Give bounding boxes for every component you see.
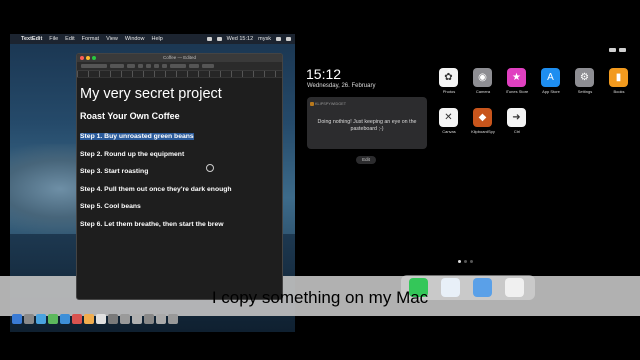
app-label: Settings — [577, 89, 593, 94]
window-title: Coffee — Edited — [163, 55, 196, 60]
books-icon-glyph: ▮ — [615, 72, 622, 83]
settings-icon[interactable] — [108, 314, 118, 324]
italic-icon[interactable] — [154, 64, 159, 68]
doc-step: Step 4. Pull them out once they're dark … — [80, 185, 232, 193]
edit-widgets-button[interactable]: Edit — [356, 156, 376, 164]
canvas-icon[interactable]: ✕ — [439, 108, 458, 127]
dock-app-icon[interactable] — [144, 314, 154, 324]
caption-text: I copy something on my Mac — [211, 288, 429, 307]
doc-step: Step 5. Cool beans — [80, 203, 141, 210]
klipboardspy-icon[interactable]: ◆ — [473, 108, 492, 127]
trash-icon[interactable] — [168, 314, 178, 324]
calendar-icon[interactable] — [72, 314, 82, 324]
finder-icon[interactable] — [12, 314, 22, 324]
textedit-icon[interactable] — [96, 314, 106, 324]
menu-file[interactable]: File — [49, 36, 58, 42]
camera-icon[interactable]: ◉ — [473, 68, 492, 87]
mac-menubar: TextEdit File Edit Format View Window He… — [10, 34, 295, 44]
notes-icon[interactable] — [84, 314, 94, 324]
app-label: Books — [613, 89, 625, 94]
itunes-icon-glyph: ★ — [512, 72, 521, 83]
today-date: Wednesday, 26. February — [307, 83, 376, 89]
dock-app-icon[interactable] — [156, 314, 166, 324]
app-label: Photos — [442, 89, 456, 94]
safari-icon[interactable] — [36, 314, 46, 324]
menu-window[interactable]: Window — [125, 36, 145, 42]
photos-icon[interactable]: ✿ — [439, 68, 458, 87]
textedit-window: Coffee — Edited My very secret project R… — [76, 53, 283, 300]
messages-icon[interactable] — [48, 314, 58, 324]
menu-edit[interactable]: Edit — [65, 36, 74, 42]
document-body[interactable]: My very secret project Roast Your Own Co… — [77, 78, 282, 242]
format-toolbar — [77, 62, 282, 71]
menubar-user[interactable]: mysk — [258, 36, 271, 42]
menu-format[interactable]: Format — [82, 36, 99, 42]
wifi-icon[interactable] — [206, 37, 212, 41]
page-dot[interactable] — [458, 260, 461, 263]
app-label: KlipboardSpy — [471, 129, 495, 134]
settings-icon-glyph: ⚙ — [580, 72, 589, 83]
page-dot[interactable] — [464, 260, 467, 263]
ctrl-icon[interactable]: ➜ — [507, 108, 526, 127]
app-label: iTunes Store — [505, 89, 529, 94]
photos-icon-glyph: ✿ — [444, 72, 453, 83]
doc-step-selected: Step 1. Buy unroasted green beans — [80, 133, 279, 140]
widget-app-name: KLIPSPYWIDGET — [315, 102, 347, 106]
underline-icon[interactable] — [162, 64, 167, 68]
list-icon[interactable] — [202, 64, 214, 68]
textedit-titlebar[interactable]: Coffee — Edited — [77, 54, 282, 62]
app-label: Camera — [475, 89, 491, 94]
notification-center-icon[interactable] — [286, 37, 291, 41]
ipad-battery-icon — [619, 48, 626, 52]
camera-icon-glyph: ◉ — [478, 72, 487, 83]
widget-card[interactable]: KLIPSPYWIDGET Doing nothing! Just keepin… — [307, 97, 427, 149]
font-style-select[interactable] — [110, 64, 124, 68]
page-dot[interactable] — [470, 260, 473, 263]
dock-app-icon[interactable] — [132, 314, 142, 324]
canvas-icon-glyph: ✕ — [444, 112, 453, 123]
books-icon[interactable]: ▮ — [609, 68, 628, 87]
page-indicator[interactable] — [458, 260, 473, 263]
mail-icon[interactable] — [60, 314, 70, 324]
line-spacing-icon[interactable] — [189, 64, 199, 68]
ctrl-icon-glyph: ➜ — [512, 112, 521, 123]
klipspy-widget-icon — [310, 102, 314, 106]
ipad-wifi-icon — [609, 48, 616, 52]
today-time: 15:12 — [306, 66, 342, 82]
menubar-clock[interactable]: Wed 15:12 — [227, 36, 254, 42]
alignment-icon[interactable] — [170, 64, 186, 68]
launchpad-icon[interactable] — [24, 314, 34, 324]
widget-message: Doing nothing! Just keeping an eye on th… — [317, 119, 417, 132]
doc-step: Step 3. Start roasting — [80, 168, 149, 175]
menu-view[interactable]: View — [106, 36, 118, 42]
bold-icon[interactable] — [146, 64, 151, 68]
app-label: Ctrl — [513, 129, 521, 134]
ipad-screen: 15:12 Wednesday, 26. February KLIPSPYWID… — [298, 46, 634, 304]
menu-textedit[interactable]: TextEdit — [21, 36, 42, 42]
app-label: Canvas — [442, 129, 456, 134]
settings-icon[interactable]: ⚙ — [575, 68, 594, 87]
appstore-icon-glyph: A — [547, 72, 554, 83]
selected-text: Step 1. Buy unroasted green beans — [80, 133, 194, 140]
ruler[interactable] — [77, 71, 282, 78]
itunes-icon[interactable]: ★ — [507, 68, 526, 87]
doc-title: My very secret project — [80, 86, 222, 102]
dock-app-icon[interactable] — [120, 314, 130, 324]
menu-help[interactable]: Help — [151, 36, 162, 42]
appstore-icon[interactable]: A — [541, 68, 560, 87]
font-family-select[interactable] — [81, 64, 107, 68]
mouse-cursor-icon — [206, 164, 214, 172]
klipboardspy-icon-glyph: ◆ — [478, 112, 487, 123]
doc-subtitle: Roast Your Own Coffee — [80, 111, 180, 121]
spotlight-icon[interactable] — [276, 37, 281, 41]
doc-step: Step 2. Round up the equipment — [80, 150, 185, 158]
doc-step: Step 6. Let them breathe, then start the… — [80, 220, 224, 228]
ipad-status-bar — [609, 48, 626, 52]
mac-dock — [12, 313, 230, 325]
app-label: App Store — [542, 89, 560, 94]
battery-icon[interactable] — [216, 37, 222, 41]
font-size-select[interactable] — [127, 64, 135, 68]
text-color-icon[interactable] — [138, 64, 143, 68]
